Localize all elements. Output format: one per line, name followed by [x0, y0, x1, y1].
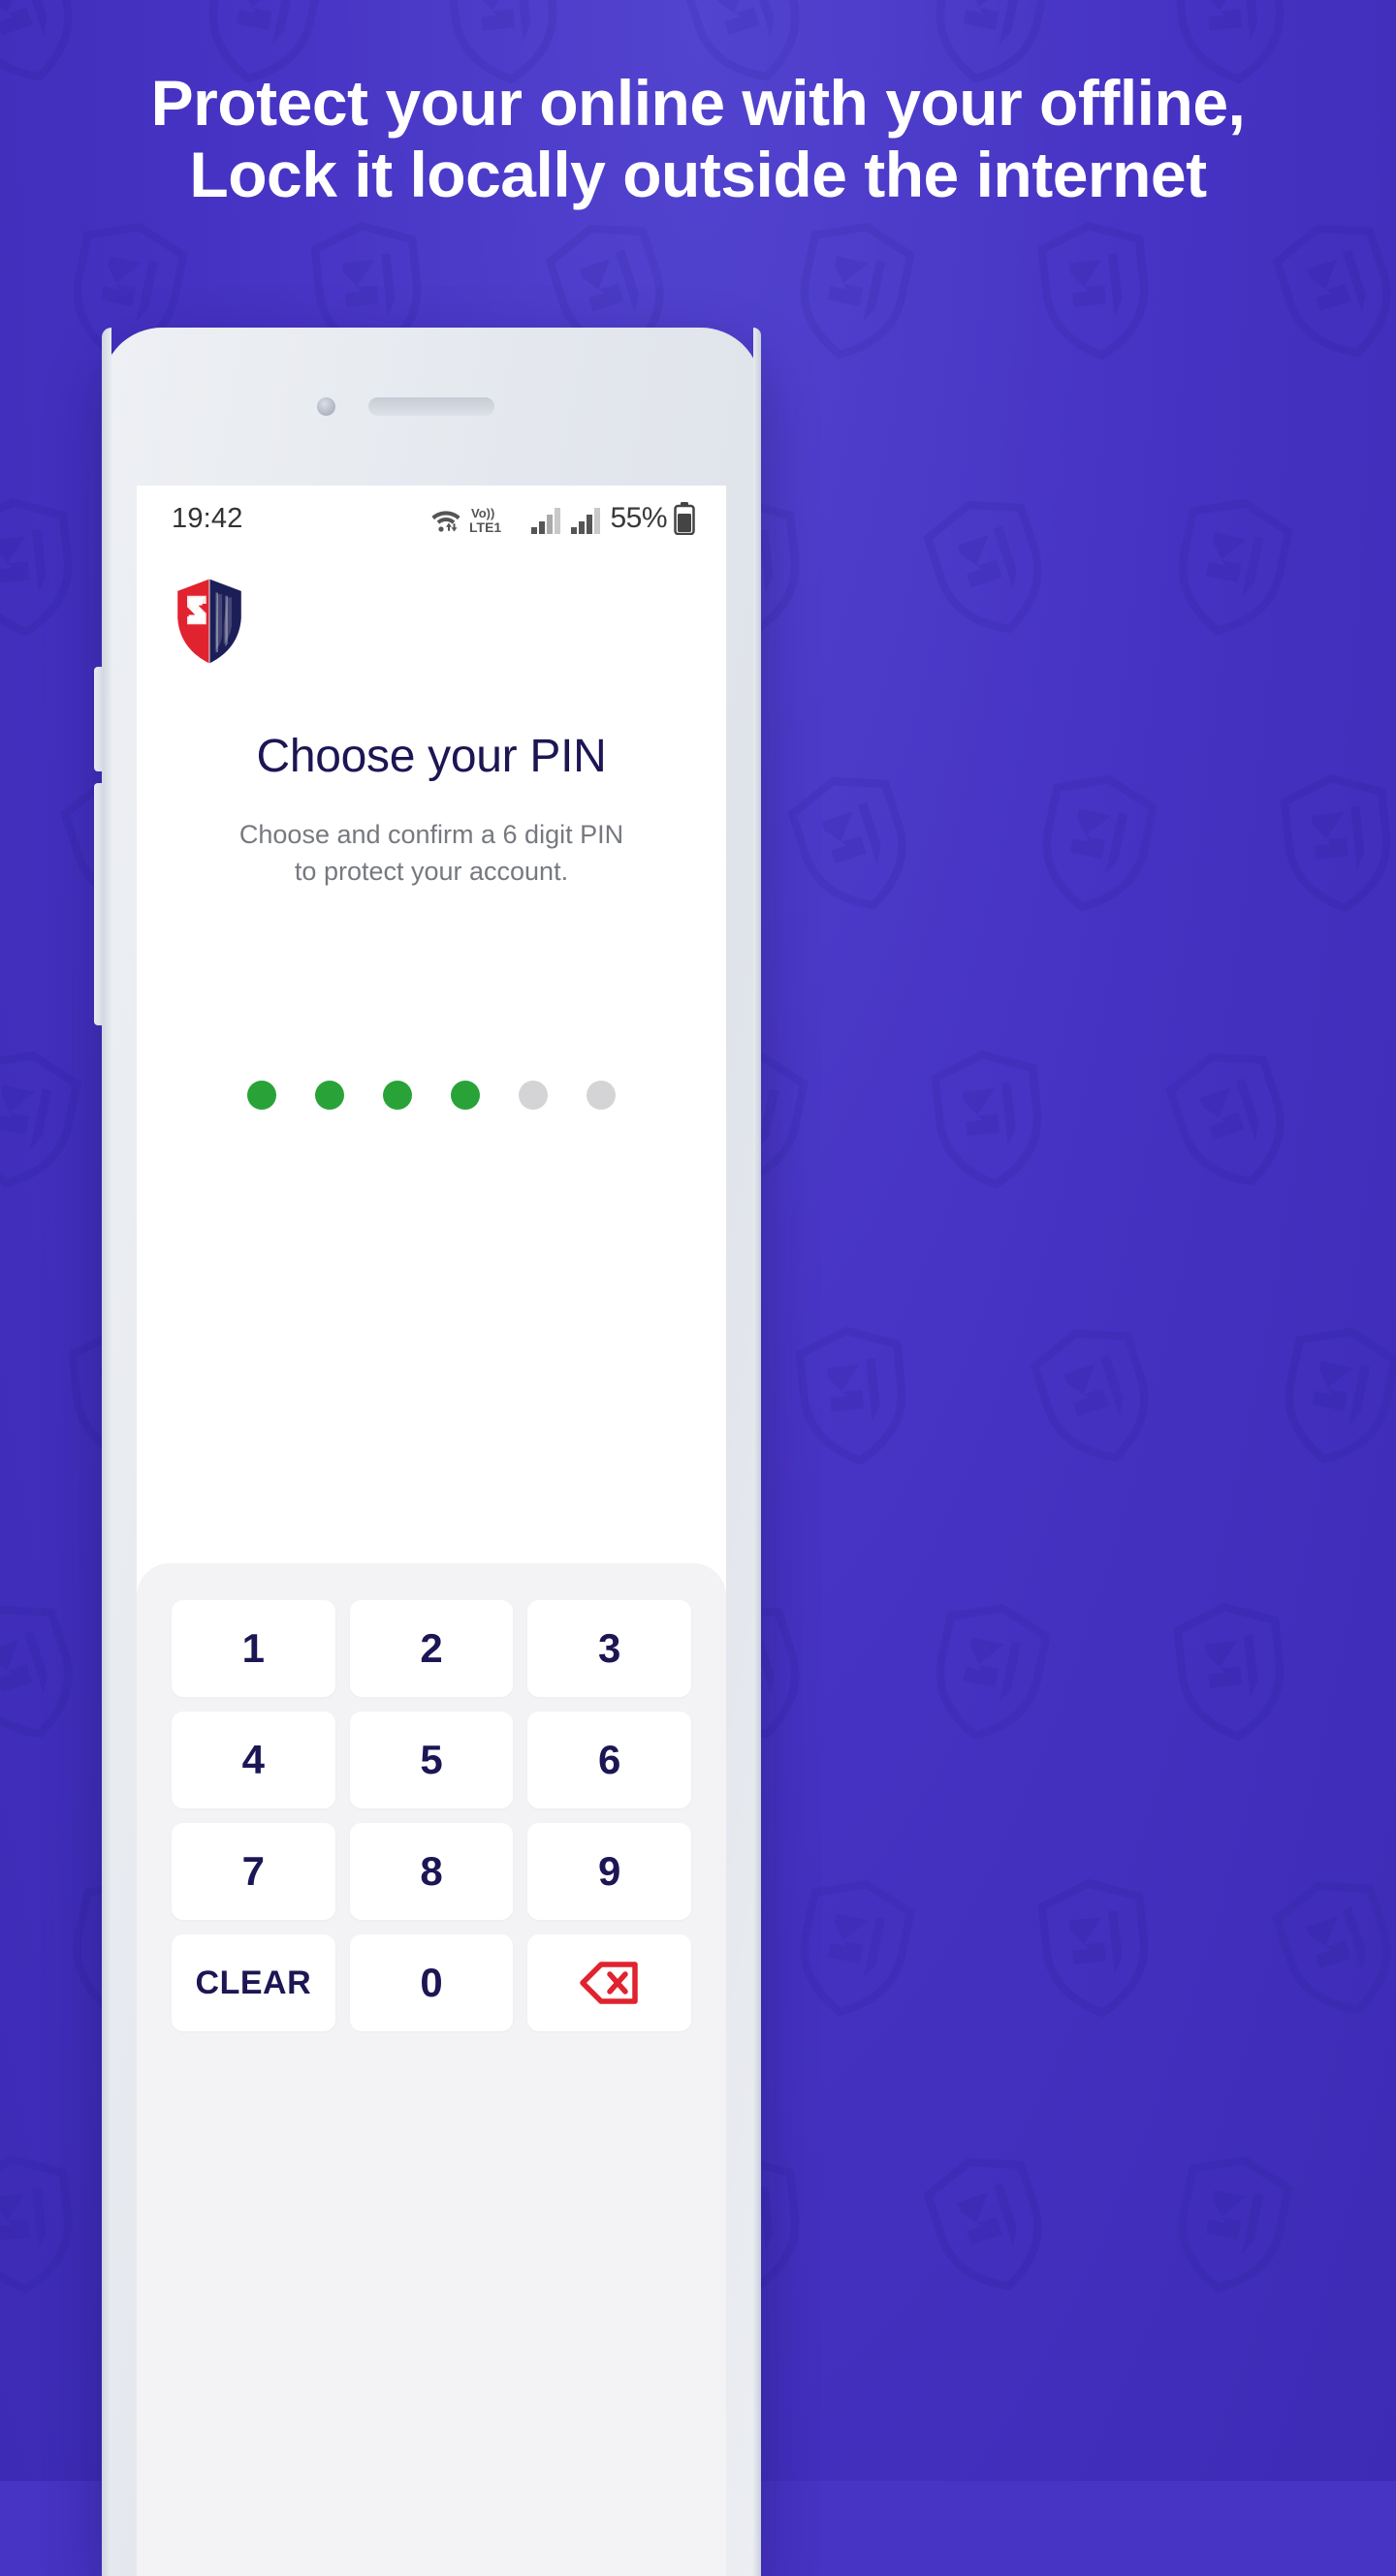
page-title: Choose your PIN: [256, 731, 607, 782]
key-1[interactable]: 1: [172, 1600, 335, 1697]
pin-dots: [137, 1080, 726, 1110]
watermark-shield-icon: [0, 488, 85, 645]
keypad-row: 7 8 9: [172, 1823, 691, 1920]
watermark-shield-icon: [776, 756, 931, 930]
pin-dot-3: [383, 1080, 412, 1110]
key-3[interactable]: 3: [527, 1600, 691, 1697]
volte-lte1-icon: Vo)) LTE1: [469, 504, 524, 535]
key-2[interactable]: 2: [349, 1600, 514, 1697]
status-bar: 19:42 Vo)) LTE1 55%: [137, 486, 726, 551]
signal-bars-sim2-icon: [570, 506, 603, 535]
page-subtitle-line-2: to protect your account.: [294, 857, 569, 887]
key-7[interactable]: 7: [172, 1823, 335, 1920]
svg-text:Vo)): Vo)): [471, 506, 494, 520]
watermark-shield-icon: [1165, 1593, 1296, 1750]
pin-dot-4: [451, 1080, 480, 1110]
battery-icon: [674, 502, 695, 535]
wifi-icon: [429, 506, 462, 535]
phone-mockup: 19:42 Vo)) LTE1 55% Choose your PIN Choo…: [94, 328, 761, 2576]
key-6[interactable]: 6: [527, 1712, 691, 1808]
watermark-shield-icon: [911, 2137, 1066, 2311]
shield-3v-logo: [170, 577, 249, 666]
key-9[interactable]: 9: [527, 1823, 691, 1920]
phone-left-edge: [102, 328, 111, 2576]
status-time: 19:42: [172, 502, 243, 534]
backspace-button[interactable]: [527, 1934, 691, 2031]
pin-dot-1: [247, 1080, 276, 1110]
watermark-shield-icon: [1030, 1869, 1160, 2026]
earpiece-speaker: [368, 397, 494, 416]
phone-right-edge: [753, 328, 761, 2576]
watermark-shield-icon: [923, 1041, 1054, 1198]
battery-percent-label: 55%: [610, 502, 667, 534]
watermark-shield-icon: [917, 1588, 1062, 1755]
watermark-shield-icon: [781, 207, 926, 374]
power-button[interactable]: [94, 783, 103, 1025]
watermark-shield-icon: [911, 480, 1066, 654]
watermark-shield-icon: [0, 2146, 85, 2303]
watermark-shield-icon: [1159, 2141, 1304, 2308]
watermark-shield-icon: [1018, 1308, 1173, 1483]
keypad-row: 1 2 3: [172, 1600, 691, 1697]
page-subtitle: Choose and confirm a 6 digit PIN to prot…: [137, 816, 726, 891]
watermark-shield-icon: [1260, 204, 1396, 378]
key-4[interactable]: 4: [172, 1712, 335, 1808]
phone-screen: 19:42 Vo)) LTE1 55% Choose your PIN Choo…: [137, 486, 726, 2576]
svg-text:LTE1: LTE1: [469, 519, 501, 535]
watermark-shield-icon: [1260, 1861, 1396, 2035]
volume-button[interactable]: [94, 667, 103, 771]
front-camera-icon: [317, 397, 335, 416]
promo-headline: Protect your online with your offline, L…: [150, 67, 1246, 210]
clear-button[interactable]: CLEAR: [172, 1934, 335, 2031]
pin-dot-6: [587, 1080, 616, 1110]
watermark-shield-icon: [781, 1865, 926, 2031]
watermark-shield-icon: [1154, 1032, 1309, 1207]
pin-dot-2: [315, 1080, 344, 1110]
pin-dot-5: [519, 1080, 548, 1110]
watermark-shield-icon: [1159, 484, 1304, 650]
watermark-shield-icon: [1024, 760, 1168, 927]
watermark-shield-icon: [0, 1036, 91, 1203]
watermark-shield-icon: [1030, 212, 1160, 369]
signal-bars-sim1-icon: [530, 506, 563, 535]
key-5[interactable]: 5: [349, 1712, 514, 1808]
key-8[interactable]: 8: [349, 1823, 514, 1920]
keypad-row: CLEAR 0: [172, 1934, 691, 2031]
status-icons: Vo)) LTE1 55%: [429, 502, 695, 535]
page-subtitle-line-1: Choose and confirm a 6 digit PIN: [238, 820, 624, 849]
watermark-shield-icon: [1272, 765, 1396, 922]
keypad-row: 4 5 6: [172, 1712, 691, 1808]
backspace-icon: [579, 1961, 640, 2005]
key-0[interactable]: 0: [349, 1934, 514, 2031]
pin-keypad: 1 2 3 4 5 6 7 8 9 CLEAR 0: [137, 1563, 726, 2576]
watermark-shield-icon: [787, 1317, 918, 1474]
watermark-shield-icon: [1266, 1312, 1396, 1479]
watermark-shield-icon: [0, 1585, 97, 1759]
